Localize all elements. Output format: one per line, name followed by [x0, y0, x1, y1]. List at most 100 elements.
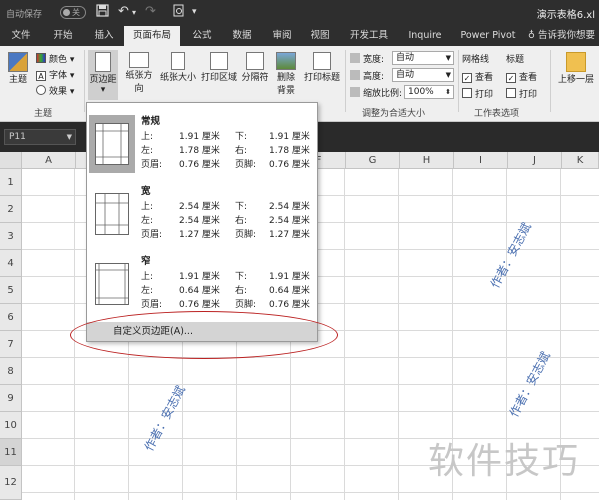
tab-power-pivot[interactable]: Power Pivot — [454, 26, 522, 46]
bring-forward-button[interactable]: 上移一层 — [554, 52, 598, 85]
height-select[interactable]: 自动 ▼ — [392, 68, 454, 82]
label: 上: — [141, 132, 154, 142]
column-header[interactable]: J — [508, 152, 562, 169]
margins-button[interactable]: 页边距 ▾ — [88, 50, 118, 100]
themes-label: 主题 — [8, 75, 27, 85]
theme-group-label: 主题 — [34, 109, 53, 119]
label: 页眉: — [141, 230, 163, 240]
preset-name: 宽 — [141, 186, 151, 197]
fonts-icon: A — [36, 71, 46, 81]
width-select[interactable]: 自动 ▼ — [392, 51, 454, 65]
row-header[interactable]: 5 — [0, 277, 22, 304]
row-header[interactable]: 12 — [0, 466, 22, 500]
group-divider — [550, 50, 551, 112]
empty-checkbox-icon — [506, 88, 516, 98]
colors-button[interactable]: 颜色 ▾ — [36, 52, 74, 65]
print-preview-icon[interactable] — [173, 4, 185, 21]
preset-name: 常规 — [141, 116, 161, 127]
label: 上: — [141, 272, 154, 282]
label: 页脚: — [235, 230, 257, 240]
group-divider — [458, 50, 459, 112]
row-header[interactable]: 8 — [0, 358, 22, 385]
page-margin-icon — [95, 263, 129, 305]
tab-view[interactable]: 视图 — [302, 26, 338, 46]
customize-qat-icon[interactable]: ▾ — [192, 7, 197, 17]
autosave-toggle[interactable]: 关 — [60, 6, 86, 19]
column-header[interactable]: G — [346, 152, 400, 169]
value: 1.27 厘米 — [179, 230, 220, 240]
label: 右: — [235, 286, 248, 296]
value: 1.27 厘米 — [269, 230, 310, 240]
label: 上: — [141, 202, 154, 212]
label: 下: — [235, 132, 248, 142]
breaks-button[interactable]: 分隔符 — [240, 52, 270, 83]
column-header[interactable]: I — [454, 152, 508, 169]
background-button[interactable]: 删除背景 — [272, 52, 300, 96]
sheet-options-group-label: 工作表选项 — [474, 109, 520, 119]
gridlines-print-checkbox[interactable]: 打印 — [462, 87, 493, 100]
label: 下: — [235, 202, 248, 212]
scale-text: 缩放比例: — [363, 89, 403, 99]
headings-print-checkbox[interactable]: 打印 — [506, 87, 537, 100]
tell-me-box[interactable]: ♁ 告诉我你想要 — [528, 26, 595, 46]
scale-icon — [350, 87, 360, 97]
select-all-corner[interactable] — [0, 152, 22, 169]
redo-icon[interactable]: ↷ — [145, 4, 156, 19]
gridlines-view-checkbox[interactable]: ✓ 查看 — [462, 70, 493, 83]
tab-data[interactable]: 数据 — [224, 26, 260, 46]
column-header[interactable]: A — [22, 152, 76, 169]
row-header[interactable]: 9 — [0, 385, 22, 412]
ribbon-tabs: 文件 开始 插入 页面布局 公式 数据 审阅 视图 开发工具 Inquire P… — [0, 26, 599, 46]
row-header[interactable]: 7 — [0, 331, 22, 358]
value: 1.78 厘米 — [179, 146, 220, 156]
headings-heading: 标题 — [506, 55, 525, 65]
print-area-button[interactable]: 打印区域 — [200, 52, 238, 83]
fonts-label: 字体 — [49, 71, 68, 81]
row-header[interactable]: 11 — [0, 439, 22, 466]
row-header[interactable]: 2 — [0, 196, 22, 223]
column-header[interactable]: H — [400, 152, 454, 169]
row-header[interactable]: 10 — [0, 412, 22, 439]
tab-formulas[interactable]: 公式 — [184, 26, 220, 46]
size-button[interactable]: 纸张大小 — [160, 52, 196, 83]
site-logo-watermark: 软件技巧 — [428, 441, 581, 482]
undo-icon[interactable]: ↶ — [118, 4, 129, 19]
label: 左: — [141, 146, 154, 156]
scale-group-label: 调整为合适大小 — [362, 109, 426, 119]
value: 1.78 厘米 — [269, 146, 310, 156]
margin-preset-wide[interactable]: 宽 上: 2.54 厘米 下: 2.54 厘米 左: 2.54 厘米 右: 2.54 厘米 … — [87, 179, 317, 250]
margin-preset-narrow[interactable]: 窄 上: 1.91 厘米 下: 1.91 厘米 左: 0.64 厘米 右: 0.64 厘米 … — [87, 249, 317, 320]
label: 左: — [141, 216, 154, 226]
save-icon[interactable] — [96, 4, 109, 21]
print-area-label: 打印区域 — [200, 73, 237, 83]
tab-home[interactable]: 开始 — [44, 26, 82, 46]
scale-input[interactable]: 100% ⬍ — [404, 85, 454, 99]
row-header[interactable]: 1 — [0, 169, 22, 196]
page-margin-icon — [95, 193, 129, 235]
headings-view-checkbox[interactable]: ✓ 查看 — [506, 70, 537, 83]
tab-inquire[interactable]: Inquire — [402, 26, 448, 46]
fonts-button[interactable]: A 字体 ▾ — [36, 68, 74, 81]
group-divider — [345, 50, 346, 112]
name-box[interactable]: P11 ▼ — [4, 129, 76, 145]
column-header[interactable]: K — [562, 152, 599, 169]
tab-file[interactable]: 文件 — [4, 26, 38, 46]
tab-review[interactable]: 审阅 — [264, 26, 300, 46]
print-titles-button[interactable]: 打印标题 — [302, 52, 342, 83]
effects-button[interactable]: 效果 ▾ — [36, 84, 74, 97]
margins-label: 页边距 — [89, 75, 117, 85]
value: 0.64 厘米 — [179, 286, 220, 296]
row-header[interactable]: 3 — [0, 223, 22, 250]
orientation-button[interactable]: 纸张方向 — [122, 52, 156, 94]
orientation-label: 纸张方向 — [125, 71, 153, 94]
tab-developer[interactable]: 开发工具 — [342, 26, 396, 46]
row-header[interactable]: 6 — [0, 304, 22, 331]
row-header[interactable]: 4 — [0, 250, 22, 277]
headings-print-label: 打印 — [519, 90, 538, 100]
themes-button[interactable]: 主题 — [4, 52, 32, 85]
tab-page-layout[interactable]: 页面布局 — [124, 26, 180, 46]
margin-preset-normal[interactable]: 常规 上: 1.91 厘米 下: 1.91 厘米 左: 1.78 厘米 右: 1.78 厘米… — [87, 109, 317, 180]
tab-insert[interactable]: 插入 — [86, 26, 122, 46]
gridlines-heading: 网格线 — [462, 55, 490, 65]
undo-dropdown-icon[interactable]: ▾ — [132, 8, 136, 17]
